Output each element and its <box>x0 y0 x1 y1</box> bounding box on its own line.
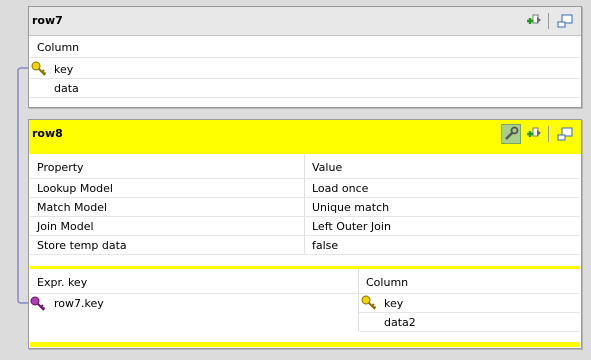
add-column-icon[interactable] <box>526 13 542 29</box>
column-divider <box>304 155 305 255</box>
row-divider <box>30 254 580 255</box>
toolbar-separator <box>548 13 549 29</box>
property-value[interactable]: false <box>312 239 338 252</box>
property-value[interactable]: Load once <box>312 182 368 195</box>
property-name: Match Model <box>37 201 108 214</box>
row-divider <box>30 197 580 198</box>
add-column-icon[interactable] <box>526 126 542 142</box>
table-row8-header[interactable]: row8 <box>29 120 581 154</box>
row-divider <box>359 312 580 313</box>
row-divider <box>30 97 580 98</box>
row-divider <box>30 216 580 217</box>
property-header: Property <box>37 161 84 174</box>
table-row7-header[interactable]: row7 <box>29 7 581 36</box>
list-item[interactable]: data <box>54 82 79 95</box>
property-name: Store temp data <box>37 239 127 252</box>
toolbar-separator <box>548 126 549 142</box>
row-divider <box>359 331 580 332</box>
bottom-bar <box>30 342 580 347</box>
expr-key-header: Expr. key <box>37 276 88 289</box>
property-value[interactable]: Unique match <box>312 201 389 214</box>
header-divider <box>30 57 580 58</box>
wrench-icon[interactable] <box>501 124 521 144</box>
key-icon <box>30 296 46 312</box>
column-divider <box>358 269 359 331</box>
table-title: row8 <box>32 127 63 140</box>
expr-key-value[interactable]: row7.key <box>54 297 104 310</box>
list-item[interactable]: key <box>384 297 403 310</box>
key-icon <box>31 61 47 77</box>
list-item[interactable]: key <box>54 63 73 76</box>
list-item[interactable]: data2 <box>384 316 416 329</box>
row-divider <box>30 78 580 79</box>
property-value[interactable]: Left Outer Join <box>312 220 391 233</box>
property-name: Lookup Model <box>37 182 113 195</box>
key-mapping-table: Expr. key Column row7.key key data2 <box>30 269 580 341</box>
column-header: Column <box>366 276 409 289</box>
header-divider <box>30 293 580 294</box>
column-header: Column <box>37 41 80 54</box>
minimize-icon[interactable] <box>557 13 573 29</box>
header-divider <box>30 178 580 179</box>
minimize-icon[interactable] <box>557 126 573 142</box>
table-row8[interactable]: row8 Property Value Lookup Model Load on… <box>28 119 582 349</box>
table-row7[interactable]: row7 Column key data <box>28 6 582 108</box>
property-name: Join Model <box>37 220 94 233</box>
value-header: Value <box>312 161 343 174</box>
table-title: row7 <box>32 14 63 27</box>
properties-table: Property Value Lookup Model Load once Ma… <box>30 155 580 265</box>
key-icon <box>361 295 377 311</box>
row-divider <box>30 235 580 236</box>
